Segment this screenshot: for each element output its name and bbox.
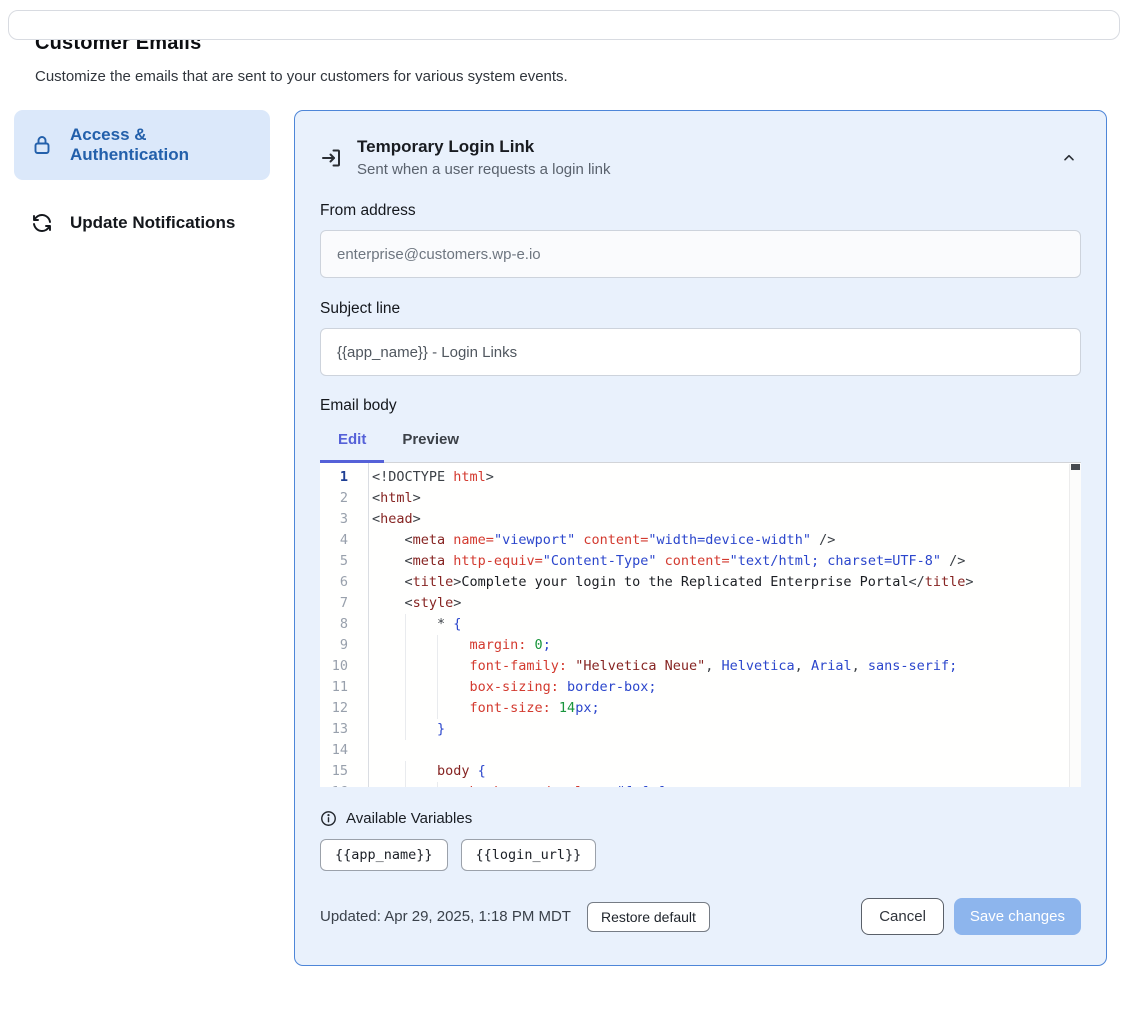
code-lines: 1<!DOCTYPE html>2<html>3<head>4<meta nam… bbox=[320, 463, 1081, 787]
available-variables-label: Available Variables bbox=[346, 810, 472, 827]
code-line: 12font-size: 14px; bbox=[320, 698, 1081, 719]
line-number: 1 bbox=[320, 467, 368, 488]
code-line: 6<title>Complete your login to the Repli… bbox=[320, 572, 1081, 593]
code-content: <!DOCTYPE html> bbox=[368, 467, 494, 488]
panel-subtitle: Sent when a user requests a login link bbox=[357, 161, 610, 178]
chevron-up-icon bbox=[1061, 150, 1077, 166]
sidebar-item-label: Access & Authentication bbox=[70, 125, 254, 165]
subject-line-label: Subject line bbox=[320, 300, 1081, 318]
line-number: 10 bbox=[320, 656, 368, 677]
line-number: 14 bbox=[320, 740, 368, 761]
page-subtitle: Customize the emails that are sent to yo… bbox=[35, 68, 1093, 85]
line-number: 13 bbox=[320, 719, 368, 740]
panel-header: Temporary Login Link Sent when a user re… bbox=[320, 137, 1081, 178]
from-address-label: From address bbox=[320, 202, 1081, 220]
code-content: <meta http-equiv="Content-Type" content=… bbox=[368, 551, 965, 572]
email-body-tabbar: EditPreview bbox=[320, 431, 1081, 463]
line-number: 8 bbox=[320, 614, 368, 635]
code-content: <title>Complete your login to the Replic… bbox=[368, 572, 974, 593]
sidebar-item-label: Update Notifications bbox=[70, 213, 235, 233]
lock-icon bbox=[30, 133, 54, 157]
code-line: 15body { bbox=[320, 761, 1081, 782]
cancel-button[interactable]: Cancel bbox=[861, 898, 944, 935]
info-icon bbox=[320, 810, 337, 827]
code-content: <style> bbox=[368, 593, 461, 614]
panel-title: Temporary Login Link bbox=[357, 137, 610, 157]
code-content: <html> bbox=[368, 488, 421, 509]
sidebar-item-access-authentication[interactable]: Access & Authentication bbox=[14, 110, 270, 180]
available-variables-row: Available Variables bbox=[320, 810, 1081, 827]
gutter-divider bbox=[368, 463, 369, 787]
email-template-panel: Temporary Login Link Sent when a user re… bbox=[294, 110, 1107, 966]
code-content: background-color: #fafafa; bbox=[368, 782, 681, 787]
line-number: 5 bbox=[320, 551, 368, 572]
code-content: } bbox=[368, 719, 445, 740]
editor-scrollbar-thumb[interactable] bbox=[1071, 464, 1080, 470]
tab-preview[interactable]: Preview bbox=[384, 431, 477, 462]
line-number: 4 bbox=[320, 530, 368, 551]
line-number: 16 bbox=[320, 782, 368, 787]
code-content: <head> bbox=[368, 509, 421, 530]
code-content: margin: 0; bbox=[368, 635, 551, 656]
code-line: 5<meta http-equiv="Content-Type" content… bbox=[320, 551, 1081, 572]
line-number: 6 bbox=[320, 572, 368, 593]
subject-line-input[interactable] bbox=[320, 328, 1081, 376]
code-content: box-sizing: border-box; bbox=[368, 677, 656, 698]
code-line: 9margin: 0; bbox=[320, 635, 1081, 656]
updated-timestamp: Updated: Apr 29, 2025, 1:18 PM MDT bbox=[320, 908, 571, 925]
code-content: font-size: 14px; bbox=[368, 698, 600, 719]
email-body-label: Email body bbox=[320, 397, 1081, 415]
restore-default-button[interactable]: Restore default bbox=[587, 902, 710, 932]
code-line: 7<style> bbox=[320, 593, 1081, 614]
from-address-input[interactable] bbox=[320, 230, 1081, 278]
code-content: font-family: "Helvetica Neue", Helvetica… bbox=[368, 656, 957, 677]
code-line: 1<!DOCTYPE html> bbox=[320, 467, 1081, 488]
refresh-icon bbox=[30, 211, 54, 235]
editor-scrollbar bbox=[1069, 464, 1081, 787]
save-changes-button[interactable]: Save changes bbox=[954, 898, 1081, 935]
sidebar: Access & Authentication Update Notificati… bbox=[14, 110, 270, 250]
line-number: 7 bbox=[320, 593, 368, 614]
code-line: 2<html> bbox=[320, 488, 1081, 509]
code-line: 16background-color: #fafafa; bbox=[320, 782, 1081, 787]
code-line: 11box-sizing: border-box; bbox=[320, 677, 1081, 698]
previous-card-bottom-edge bbox=[8, 10, 1120, 40]
code-line: 10font-family: "Helvetica Neue", Helveti… bbox=[320, 656, 1081, 677]
code-line: 13} bbox=[320, 719, 1081, 740]
code-line: 14 bbox=[320, 740, 1081, 761]
variable-chip[interactable]: {{app_name}} bbox=[320, 839, 448, 871]
code-content: body { bbox=[368, 761, 486, 782]
line-number: 15 bbox=[320, 761, 368, 782]
panel-footer: Updated: Apr 29, 2025, 1:18 PM MDT Resto… bbox=[320, 898, 1081, 935]
login-icon bbox=[320, 146, 344, 170]
code-editor[interactable]: 1<!DOCTYPE html>2<html>3<head>4<meta nam… bbox=[320, 463, 1081, 787]
line-number: 3 bbox=[320, 509, 368, 530]
code-line: 4<meta name="viewport" content="width=de… bbox=[320, 530, 1081, 551]
tab-edit[interactable]: Edit bbox=[320, 431, 384, 462]
line-number: 9 bbox=[320, 635, 368, 656]
line-number: 12 bbox=[320, 698, 368, 719]
variable-chips: {{app_name}} {{login_url}} bbox=[320, 839, 1081, 871]
code-line: 3<head> bbox=[320, 509, 1081, 530]
line-number: 11 bbox=[320, 677, 368, 698]
sidebar-item-update-notifications[interactable]: Update Notifications bbox=[14, 196, 270, 250]
line-number: 2 bbox=[320, 488, 368, 509]
code-content: <meta name="viewport" content="width=dev… bbox=[368, 530, 835, 551]
code-content: * { bbox=[368, 614, 461, 635]
variable-chip[interactable]: {{login_url}} bbox=[461, 839, 597, 871]
collapse-section-button[interactable] bbox=[1057, 146, 1081, 170]
code-line: 8* { bbox=[320, 614, 1081, 635]
